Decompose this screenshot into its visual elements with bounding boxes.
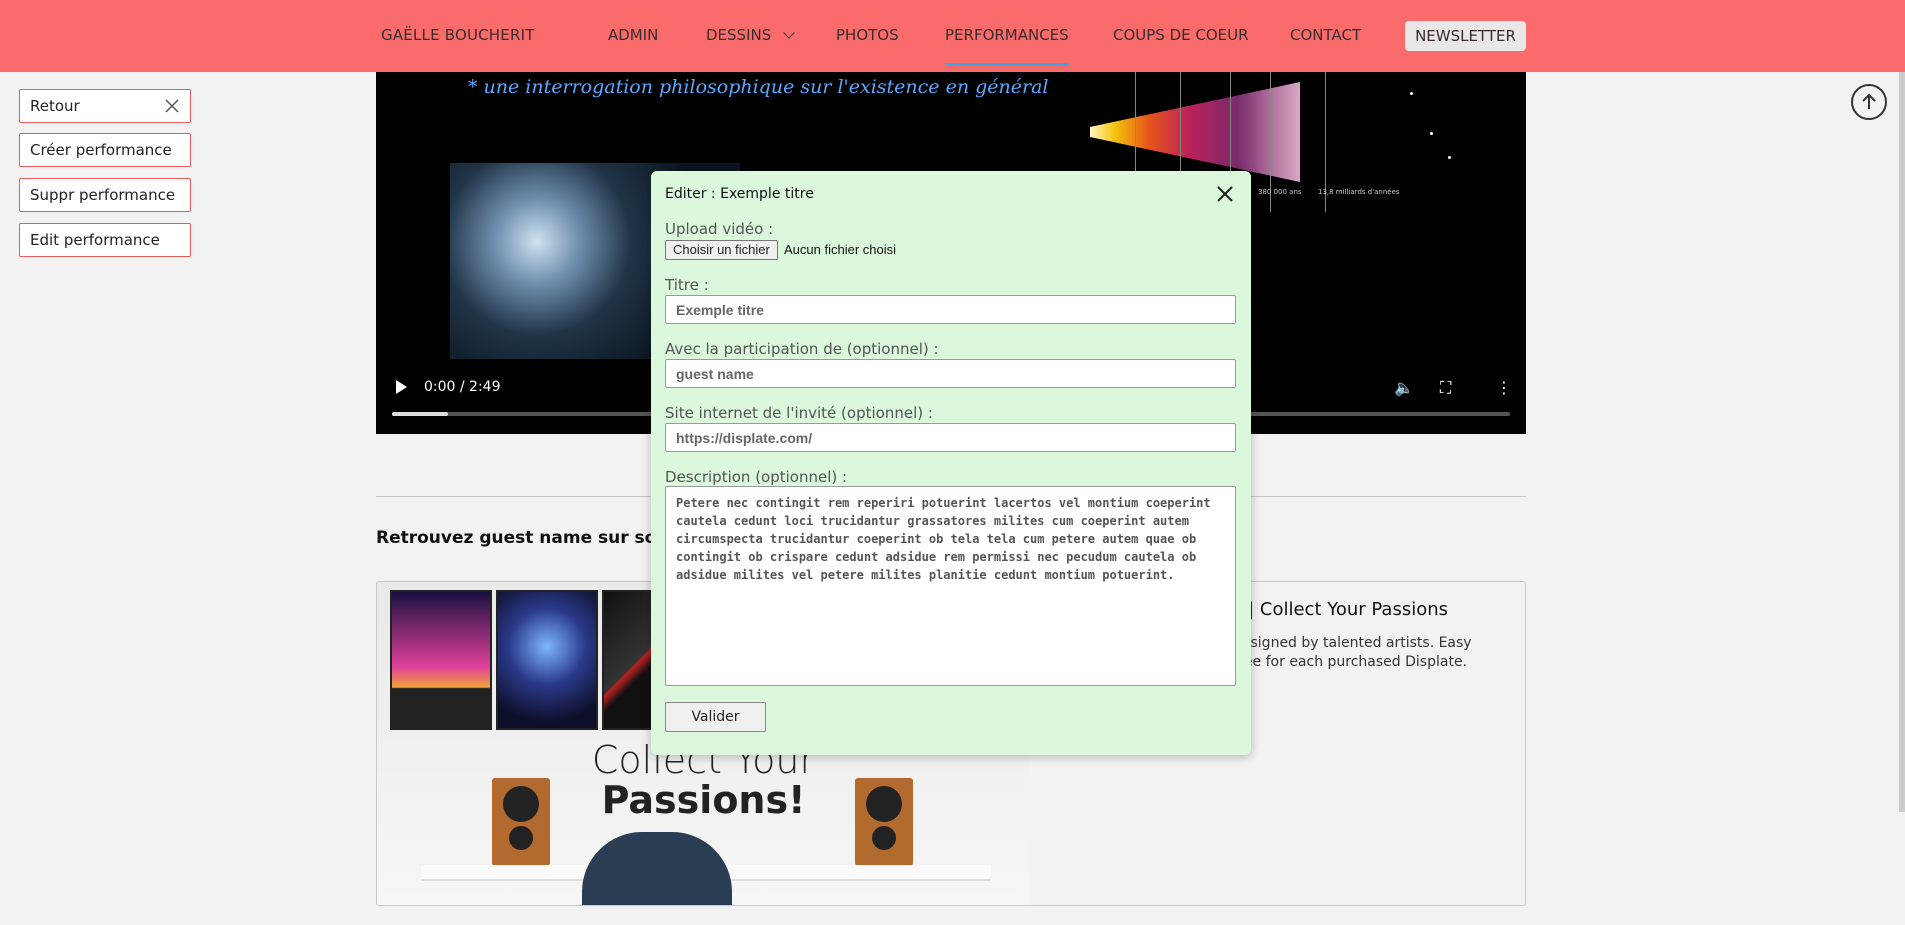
guest-site-input[interactable]: https://displate.com/ xyxy=(665,423,1236,452)
chair-image xyxy=(582,832,732,905)
newsletter-button[interactable]: NEWSLETTER xyxy=(1405,21,1526,51)
no-file-chosen-text: Aucun fichier choisi xyxy=(784,242,896,257)
site-brand[interactable]: GAËLLE BOUCHERIT xyxy=(381,26,535,44)
nav-item-performances[interactable]: PERFORMANCES xyxy=(945,26,1069,66)
guest-promo-heading: Retrouvez guest name sur son s xyxy=(376,528,685,548)
guest-name-input[interactable]: guest name xyxy=(665,359,1236,388)
top-navigation-bar: GAËLLE BOUCHERIT ADMIN DESSINS PHOTOS PE… xyxy=(0,0,1905,72)
poster-image xyxy=(390,590,492,730)
video-progress-fill xyxy=(392,412,448,416)
cosmo-label: 380 000 ans xyxy=(1258,188,1302,196)
nav-item-contact[interactable]: CONTACT xyxy=(1290,26,1361,44)
video-handwritten-text: * une interrogation philosophique sur l'… xyxy=(468,76,1049,98)
edit-performance-button[interactable]: Edit performance xyxy=(19,223,191,257)
speaker-image xyxy=(492,778,550,866)
scroll-to-top-button[interactable] xyxy=(1851,84,1887,120)
speaker-cone xyxy=(872,826,896,850)
modal-title: Editer : Exemple titre xyxy=(665,186,814,202)
chevron-down-icon xyxy=(783,27,795,39)
titre-label: Titre : xyxy=(665,276,709,294)
guest-site-label: Site internet de l'invité (optionnel) : xyxy=(665,404,933,422)
star xyxy=(1410,92,1413,95)
cosmology-cone xyxy=(1090,82,1300,182)
cosmo-label: 13,8 milliards d'années xyxy=(1318,188,1400,196)
submit-button[interactable]: Valider xyxy=(665,702,766,732)
page-scrollbar[interactable] xyxy=(1899,72,1905,812)
description-textarea[interactable]: Petere nec contingit rem reperiri potuer… xyxy=(665,486,1236,686)
video-time: 0:00 / 2:49 xyxy=(424,379,501,395)
speaker-cone xyxy=(509,826,533,850)
star xyxy=(1448,156,1451,159)
titre-input[interactable]: Exemple titre xyxy=(665,295,1236,324)
play-icon[interactable] xyxy=(396,380,407,394)
nav-item-admin[interactable]: ADMIN xyxy=(608,26,658,44)
delete-performance-button[interactable]: Suppr performance xyxy=(19,178,191,212)
speaker-cone xyxy=(866,786,902,822)
arrow-up-icon xyxy=(1862,93,1876,109)
nav-item-photos[interactable]: PHOTOS xyxy=(836,26,899,44)
nav-item-dessins[interactable]: DESSINS xyxy=(706,26,795,44)
nav-item-coups-de-coeur[interactable]: COUPS DE COEUR xyxy=(1113,26,1249,44)
collect-text-line2: Passions! xyxy=(601,778,806,822)
fullscreen-icon[interactable]: ⛶ xyxy=(1440,378,1451,398)
speaker-image xyxy=(855,778,913,866)
more-options-icon[interactable]: ⋮ xyxy=(1496,378,1512,397)
retour-button[interactable]: Retour xyxy=(19,89,191,123)
card-heading: s | Collect Your Passions xyxy=(1233,599,1448,620)
volume-icon[interactable]: 🔈 xyxy=(1394,378,1414,397)
close-icon[interactable] xyxy=(1216,185,1234,203)
guest-label: Avec la participation de (optionnel) : xyxy=(665,340,939,358)
nav-item-dessins-label: DESSINS xyxy=(706,26,772,44)
upload-video-label: Upload vidéo : xyxy=(665,220,774,238)
edit-performance-modal: Editer : Exemple titre Upload vidéo : Ch… xyxy=(651,171,1251,755)
card-description: designed by talented artists. Easy tree … xyxy=(1233,635,1472,670)
speaker-cone xyxy=(503,786,539,822)
close-icon[interactable] xyxy=(164,98,180,114)
retour-label: Retour xyxy=(30,97,80,115)
poster-image xyxy=(496,590,598,730)
description-label: Description (optionnel) : xyxy=(665,468,848,486)
choose-file-button[interactable]: Choisir un fichier xyxy=(665,240,778,260)
create-performance-button[interactable]: Créer performance xyxy=(19,133,191,167)
star xyxy=(1430,132,1433,135)
